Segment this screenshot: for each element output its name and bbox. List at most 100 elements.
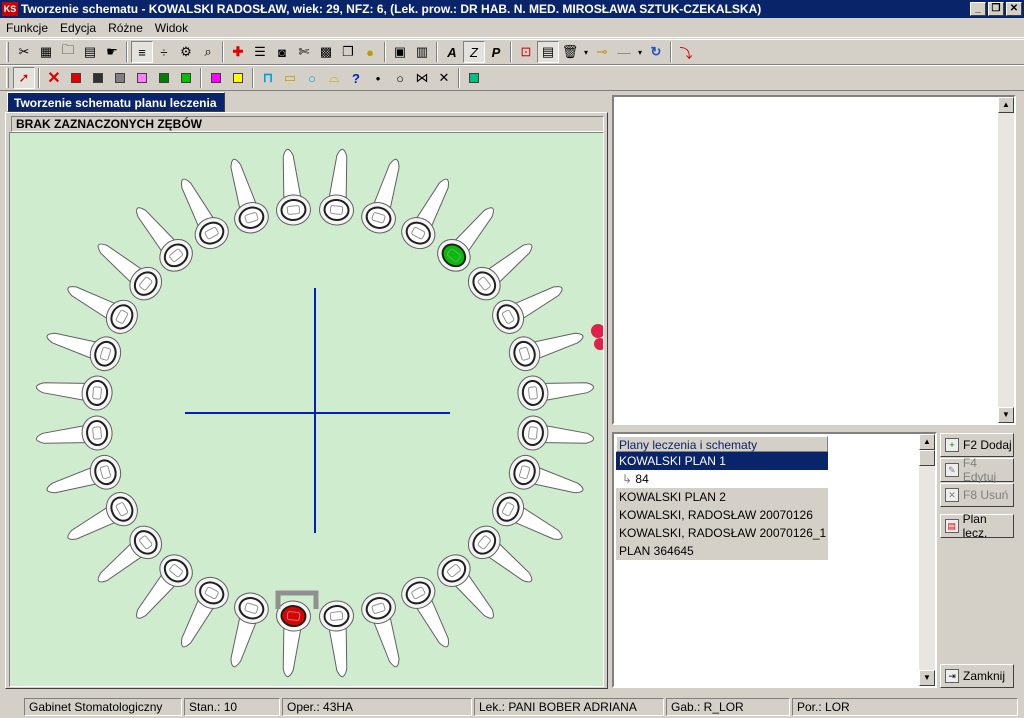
menu-widok[interactable]: Widok [149,21,194,35]
menu-bar: Funkcje Edycja Różne Widok [0,18,1024,38]
list-icon[interactable]: ☰ [249,41,271,63]
color-magenta[interactable] [205,67,227,89]
key-icon[interactable]: ⊸ [591,41,613,63]
refresh-icon[interactable]: ↻ [645,41,667,63]
tools-icon[interactable]: ✂ [13,41,35,63]
scroll-up-button[interactable]: ▲ [998,97,1014,113]
scroll-thumb[interactable] [919,450,935,466]
dropdown-arrow-icon[interactable]: ▾ [581,41,591,63]
edit-button[interactable]: ✎ F4 Edytuj [940,456,1014,484]
font-z-icon[interactable]: Z [463,41,485,63]
dental-chart-canvas[interactable] [9,132,604,687]
green-square-icon[interactable] [463,67,485,89]
camera-icon[interactable]: ◙ [271,41,293,63]
tooth[interactable] [35,370,114,411]
tooth[interactable] [516,415,595,456]
add-button[interactable]: + F2 Dodaj [940,433,1014,457]
separator [384,42,386,62]
pointer-icon[interactable]: ➚ [13,67,35,89]
font-p-icon[interactable]: P [485,41,507,63]
edit-label: F4 Edytuj [962,456,997,484]
close-button[interactable]: ⇥ Zamknij [940,664,1014,688]
calc-icon[interactable]: ▥ [411,41,433,63]
dropdown-arrow-icon[interactable]: ▾ [635,41,645,63]
font-a-icon[interactable]: A [441,41,463,63]
coin-icon[interactable]: ● [359,41,381,63]
teeth-diagram[interactable] [10,133,604,687]
red-cross-icon[interactable]: ✚ [227,41,249,63]
ring-icon[interactable]: ○ [389,67,411,89]
table-icon[interactable]: ▤ [537,41,559,63]
magnifier-icon[interactable]: ⌕ [197,41,219,63]
delete-icon: ✕ [945,488,959,502]
calendar-icon[interactable]: ▦ [35,41,57,63]
delete-cross-icon[interactable]: ✕ [43,67,65,89]
document-icon[interactable]: ▤ [79,41,101,63]
tooth[interactable] [271,599,312,678]
scroll-down-button[interactable]: ▼ [998,407,1014,423]
close-window-button[interactable]: ✕ [1006,2,1022,16]
separator [38,68,40,88]
main-toolbar: ✂ ▦ 🗀 ▤ ☛ ≡ ÷ ⚙ ⌕ ✚ ☰ ◙ ✄ ▩ ❐ ● ▣ ▥ A Z … [0,39,1024,65]
hand-icon[interactable]: ☛ [101,41,123,63]
list-item[interactable]: KOWALSKI, RADOSŁAW 20070126_1 [616,524,828,542]
plans-scrollbar[interactable]: ▲ ▼ [919,434,935,686]
image-icon[interactable]: ▣ [389,41,411,63]
delete-button[interactable]: ✕ F8 Usuń [940,483,1014,507]
tooth[interactable] [318,148,359,227]
dot-icon[interactable]: • [367,67,389,89]
toolbar-grip[interactable] [6,68,9,88]
cross-icon[interactable]: ⋈ [411,67,433,89]
scissors-icon[interactable]: ✄ [293,41,315,63]
list-item-child[interactable]: ↳ 84 [616,470,828,488]
insert-icon[interactable]: ⊡ [515,41,537,63]
minimize-button[interactable]: _ [970,2,986,16]
menu-rozne[interactable]: Różne [102,21,149,35]
list-item[interactable]: PLAN 364645 [616,542,828,560]
color-gray[interactable] [109,67,131,89]
color-yellow[interactable] [227,67,249,89]
list-item[interactable]: KOWALSKI PLAN 2 [616,488,828,506]
trash-icon[interactable]: 🗑 [559,41,581,63]
tooth[interactable] [516,370,595,411]
color-dark-green[interactable] [153,67,175,89]
copy-icon[interactable]: ❐ [337,41,359,63]
tooth[interactable] [35,415,114,456]
tooth[interactable] [271,148,312,227]
plan-button[interactable]: ▤ Plan lecz. [940,512,1014,540]
color-green[interactable] [175,67,197,89]
list-item[interactable]: KOWALSKI, RADOSŁAW 20070126 [616,506,828,524]
menu-edycja[interactable]: Edycja [54,21,102,35]
plan-icon: ▤ [945,519,959,533]
ruler-icon[interactable]: ≡ [131,41,153,63]
plans-header: Plany leczenia i schematy [616,436,828,452]
folder-icon[interactable]: 🗀 [57,41,79,63]
scroll-down-button[interactable]: ▼ [919,670,935,686]
crown-icon[interactable]: ⌓ [323,67,345,89]
question-icon[interactable]: ? [345,67,367,89]
status-lek: Lek.: PANI BOBER ADRIANA [474,698,664,716]
status-clinic: Gabinet Stomatologiczny [24,698,182,716]
restore-button[interactable]: ❐ [988,2,1004,16]
clip-icon[interactable]: ⤵ [675,41,697,63]
tooth[interactable] [318,599,359,678]
bracket-icon[interactable]: ⊓ [257,67,279,89]
x-icon[interactable]: ✕ [433,67,455,89]
tab-schema[interactable]: Tworzenie schematu planu leczenia [7,92,225,112]
list-item[interactable]: KOWALSKI PLAN 1 [616,452,828,470]
fraction-icon[interactable]: ÷ [153,41,175,63]
color-pink[interactable] [131,67,153,89]
color-black[interactable] [87,67,109,89]
scroll-up-button[interactable]: ▲ [919,434,935,450]
line-icon[interactable]: — [613,41,635,63]
grid-icon[interactable]: ▩ [315,41,337,63]
vertical-scrollbar[interactable]: ▲ ▼ [998,97,1014,423]
circle-icon[interactable]: ○ [301,67,323,89]
color-red[interactable] [65,67,87,89]
rect-icon[interactable]: ▭ [279,67,301,89]
plans-listbox: Plany leczenia i schematy KOWALSKI PLAN … [612,432,937,688]
menu-funkcje[interactable]: Funkcje [0,21,54,35]
gear-icon[interactable]: ⚙ [175,41,197,63]
toolbar-grip[interactable] [6,42,9,62]
drawing-toolbar: ➚ ✕ ⊓ ▭ ○ ⌓ ? • ○ ⋈ ✕ [0,65,1024,91]
